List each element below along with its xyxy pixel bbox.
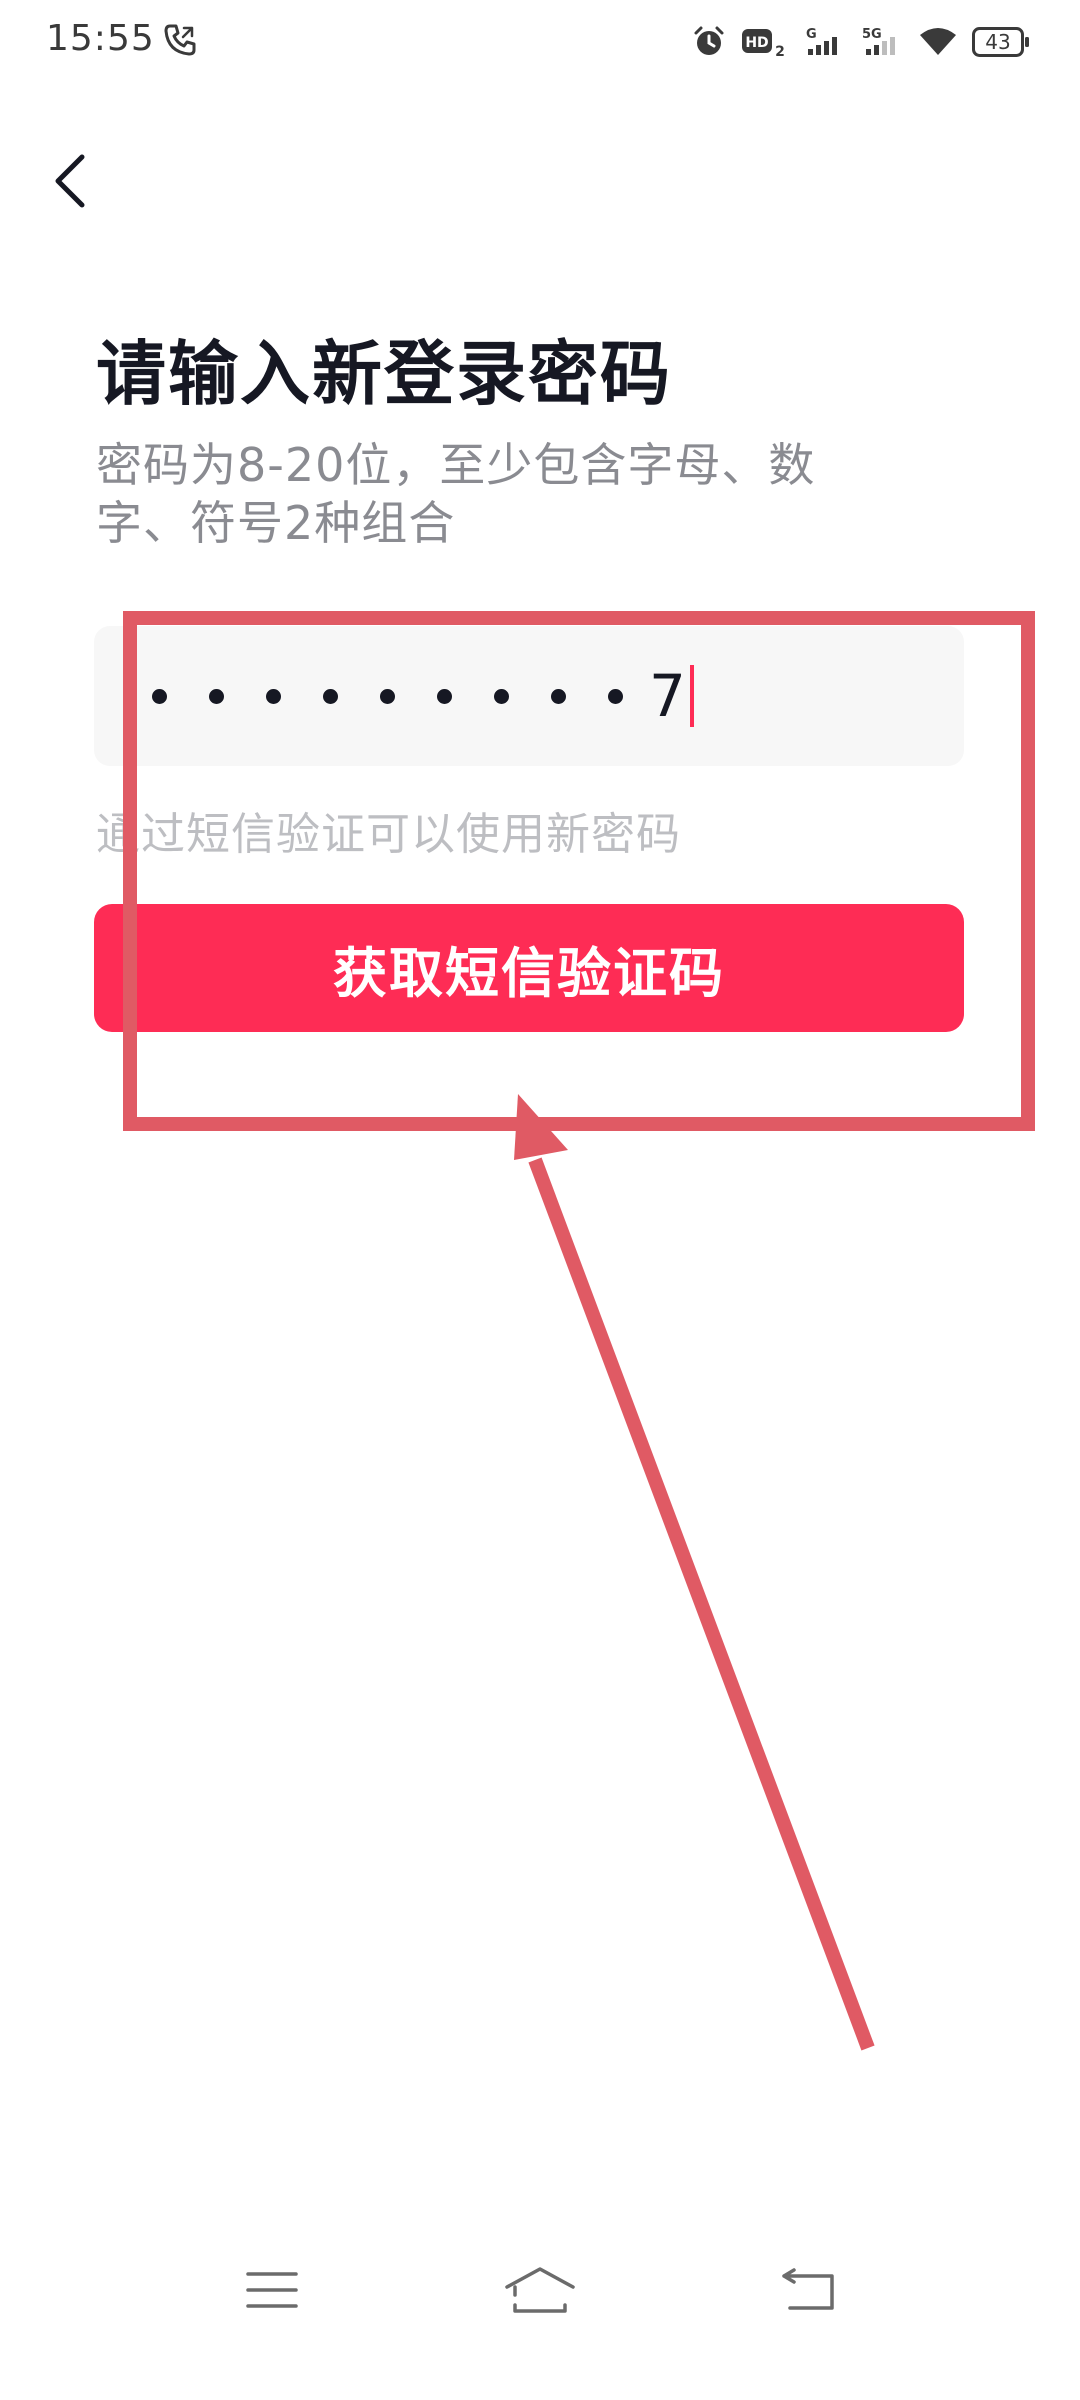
signal-g-icon: G <box>802 25 846 59</box>
password-mask-dot <box>152 688 167 704</box>
status-bar: 15:55 HD 2 G 5G 43 <box>0 0 1080 84</box>
password-mask-dot <box>437 688 452 704</box>
new-password-input[interactable]: 7 <box>94 626 964 766</box>
status-time: 15:55 <box>46 18 155 59</box>
signal-5g-label: 5G <box>862 27 882 42</box>
password-requirements-hint: 密码为8-20位，至少包含字母、数字、符号2种组合 <box>96 438 816 550</box>
chevron-left-icon <box>55 154 85 208</box>
back-button[interactable] <box>40 146 100 216</box>
sms-verification-tip: 通过短信验证可以使用新密码 <box>96 809 681 860</box>
hd-sim-label: 2 <box>775 44 785 59</box>
password-mask-dot <box>266 688 281 704</box>
phone-call-icon <box>162 22 198 58</box>
password-mask-dot <box>323 688 338 704</box>
annotation-arrow-head <box>514 1094 568 1160</box>
password-last-char: 7 <box>649 662 686 730</box>
page-title: 请输入新登录密码 <box>96 333 672 415</box>
alarm-icon <box>692 25 726 59</box>
signal-g-label: G <box>806 27 817 42</box>
password-mask-dot <box>380 688 395 704</box>
password-mask-dot <box>494 688 509 704</box>
status-icons: HD 2 G 5G 43 <box>692 18 1030 66</box>
system-nav-bar <box>0 2240 1080 2340</box>
battery-icon: 43 <box>972 27 1030 57</box>
text-caret <box>689 665 694 727</box>
annotation-arrow-shaft <box>528 1157 875 2051</box>
signal-5g-icon: 5G <box>860 25 904 59</box>
battery-level: 43 <box>985 30 1011 54</box>
home-icon[interactable] <box>500 2260 580 2320</box>
get-sms-code-button[interactable]: 获取短信验证码 <box>94 904 964 1032</box>
password-masked-value: 7 <box>152 626 694 766</box>
password-mask-dot <box>551 688 566 704</box>
back-icon[interactable] <box>768 2260 848 2320</box>
menu-icon[interactable] <box>232 2260 312 2320</box>
password-mask-dot <box>608 688 623 704</box>
password-mask-dot <box>209 688 224 704</box>
hd-icon: HD 2 <box>740 25 788 59</box>
hd-label: HD <box>745 35 768 51</box>
wifi-icon <box>918 25 958 59</box>
